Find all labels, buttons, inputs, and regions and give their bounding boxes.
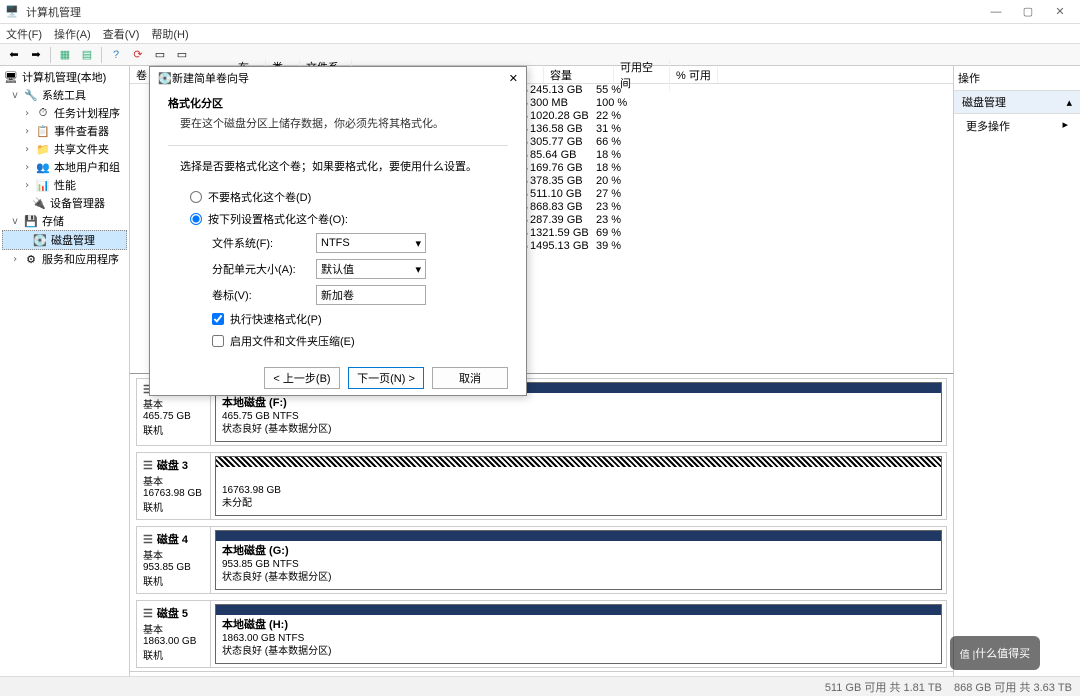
maximize-button[interactable]: ▢ xyxy=(1012,1,1044,23)
menu-bar: 文件(F) 操作(A) 查看(V) 帮助(H) xyxy=(0,24,1080,44)
nav-services-apps[interactable]: ›⚙服务和应用程序 xyxy=(2,250,127,268)
forward-icon[interactable]: ➡ xyxy=(26,46,46,64)
toolbar: ⬅ ➡ ▦ ▤ ? ⟳ ▭ ▭ xyxy=(0,44,1080,66)
dialog-desc: 要在这个磁盘分区上储存数据，你必须先将其格式化。 xyxy=(168,115,508,131)
au-label: 分配单元大小(A): xyxy=(212,261,308,277)
cancel-button[interactable]: 取消 xyxy=(432,367,508,389)
footer-bar: 511 GB 可用 共 1.81 TB 868 GB 可用 共 3.63 TB xyxy=(0,676,1080,696)
view-icon[interactable]: ▦ xyxy=(55,46,75,64)
nav-event-viewer[interactable]: ›📋事件查看器 xyxy=(2,122,127,140)
nav-device-manager[interactable]: 🔌设备管理器 xyxy=(2,194,127,212)
nav-performance[interactable]: ›📊性能 xyxy=(2,176,127,194)
divider xyxy=(168,145,508,146)
next-button[interactable]: 下一页(N) > xyxy=(348,367,424,389)
app-icon: 🖥️ xyxy=(4,4,20,20)
close-button[interactable]: ✕ xyxy=(1044,1,1076,23)
disk-row[interactable]: ☰ 磁盘 3基本16763.98 GB联机 16763.98 GB未分配 xyxy=(136,452,947,520)
chevron-right-icon: ▸ xyxy=(1062,118,1068,134)
window-title: 计算机管理 xyxy=(26,4,980,20)
disk-panel: ☰ 基本465.75 GB联机 本地磁盘 (F:)465.75 GB NTFS状… xyxy=(130,373,953,671)
volume-label-input[interactable]: 新加卷 xyxy=(316,285,426,305)
menu-file[interactable]: 文件(F) xyxy=(6,26,42,42)
nav-system-tools[interactable]: v🔧系统工具 xyxy=(2,86,127,104)
grid-icon[interactable]: ▭ xyxy=(172,46,192,64)
col-capacity[interactable]: 容量 xyxy=(544,67,614,83)
dialog-titlebar: 💽 新建简单卷向导 ✕ xyxy=(150,67,526,89)
compress-check[interactable]: 启用文件和文件夹压缩(E) xyxy=(168,330,508,352)
partition[interactable]: 本地磁盘 (G:)953.85 GB NTFS状态良好 (基本数据分区) xyxy=(215,530,942,590)
chevron-down-icon: ▾ xyxy=(415,237,421,250)
properties-icon[interactable]: ▤ xyxy=(77,46,97,64)
watermark: 值 | 什么值得买 xyxy=(950,636,1040,670)
col-pct[interactable]: % 可用 xyxy=(670,67,718,83)
radio-no-format-input[interactable] xyxy=(190,191,202,203)
dialog-close-icon[interactable]: ✕ xyxy=(509,72,518,85)
wizard-dialog: 💽 新建简单卷向导 ✕ 格式化分区 要在这个磁盘分区上储存数据，你必须先将其格式… xyxy=(149,66,527,396)
disk-row[interactable]: ☰ 磁盘 4基本953.85 GB联机 本地磁盘 (G:)953.85 GB N… xyxy=(136,526,947,594)
titlebar: 🖥️ 计算机管理 — ▢ ✕ xyxy=(0,0,1080,24)
nav-local-users[interactable]: ›👥本地用户和组 xyxy=(2,158,127,176)
quick-format-checkbox[interactable] xyxy=(212,313,224,325)
footer-disk-a: 511 GB 可用 共 1.81 TB xyxy=(825,679,942,695)
disk-info: ☰ 磁盘 3基本16763.98 GB联机 xyxy=(137,453,211,519)
nav-disk-management[interactable]: 💽磁盘管理 xyxy=(2,230,127,250)
partition[interactable]: 本地磁盘 (H:)1863.00 GB NTFS状态良好 (基本数据分区) xyxy=(215,604,942,664)
nav-task-scheduler[interactable]: ›⏱任务计划程序 xyxy=(2,104,127,122)
refresh-icon[interactable]: ⟳ xyxy=(128,46,148,64)
vl-label: 卷标(V): xyxy=(212,287,308,303)
help-icon[interactable]: ? xyxy=(106,46,126,64)
disk-row[interactable]: ☰ 磁盘 5基本1863.00 GB联机 本地磁盘 (H:)1863.00 GB… xyxy=(136,600,947,668)
radio-no-format[interactable]: 不要格式化这个卷(D) xyxy=(168,186,508,208)
dialog-heading: 格式化分区 xyxy=(168,95,508,111)
nav-root[interactable]: 🖥计算机管理(本地) xyxy=(2,68,127,86)
fs-label: 文件系统(F): xyxy=(212,235,308,251)
list-icon[interactable]: ▭ xyxy=(150,46,170,64)
chevron-up-icon: ▴ xyxy=(1066,96,1072,109)
chevron-down-icon: ▾ xyxy=(415,263,421,276)
actions-more[interactable]: 更多操作▸ xyxy=(954,114,1080,138)
radio-format-input[interactable] xyxy=(190,213,202,225)
quick-format-check[interactable]: 执行快速格式化(P) xyxy=(168,308,508,330)
nav-shared-folders[interactable]: ›📁共享文件夹 xyxy=(2,140,127,158)
radio-format[interactable]: 按下列设置格式化这个卷(O): xyxy=(168,208,508,230)
menu-help[interactable]: 帮助(H) xyxy=(151,26,188,42)
nav-tree: 🖥计算机管理(本地) v🔧系统工具 ›⏱任务计划程序 ›📋事件查看器 ›📁共享文… xyxy=(0,66,130,696)
actions-pane: 操作 磁盘管理▴ 更多操作▸ xyxy=(954,66,1080,696)
back-button[interactable]: < 上一步(B) xyxy=(264,367,340,389)
menu-action[interactable]: 操作(A) xyxy=(54,26,91,42)
nav-storage[interactable]: v💾存储 xyxy=(2,212,127,230)
au-select[interactable]: 默认值▾ xyxy=(316,259,426,279)
actions-disk-mgmt[interactable]: 磁盘管理▴ xyxy=(954,91,1080,114)
dialog-title: 新建简单卷向导 xyxy=(172,70,509,86)
footer-disk-b: 868 GB 可用 共 3.63 TB xyxy=(954,679,1072,695)
actions-header: 操作 xyxy=(954,66,1080,91)
separator xyxy=(50,47,51,63)
dialog-hint: 选择是否要格式化这个卷；如果要格式化，要使用什么设置。 xyxy=(168,158,508,174)
fs-select[interactable]: NTFS▾ xyxy=(316,233,426,253)
separator xyxy=(101,47,102,63)
wizard-icon: 💽 xyxy=(158,72,172,85)
disk-info: ☰ 磁盘 4基本953.85 GB联机 xyxy=(137,527,211,593)
compress-checkbox[interactable] xyxy=(212,335,224,347)
minimize-button[interactable]: — xyxy=(980,1,1012,23)
back-icon[interactable]: ⬅ xyxy=(4,46,24,64)
menu-view[interactable]: 查看(V) xyxy=(103,26,140,42)
disk-info: ☰ 磁盘 5基本1863.00 GB联机 xyxy=(137,601,211,667)
partition[interactable]: 16763.98 GB未分配 xyxy=(215,456,942,516)
